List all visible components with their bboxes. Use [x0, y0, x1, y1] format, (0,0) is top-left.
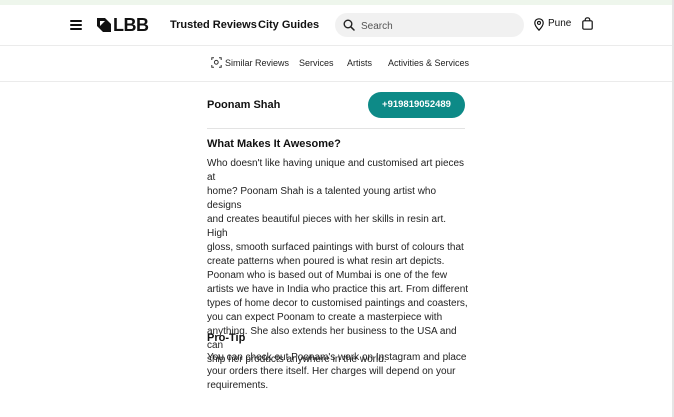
- cart-button[interactable]: [582, 17, 593, 35]
- description-line: and creates beautiful pieces with her sk…: [207, 214, 447, 239]
- location-selector[interactable]: Pune: [534, 17, 571, 31]
- brand-logo[interactable]: LBB: [97, 15, 149, 35]
- description-line: types of home decor to customised painti…: [207, 298, 468, 309]
- artist-name: Poonam Shah: [207, 99, 281, 111]
- shopping-bag-icon: [582, 17, 593, 30]
- protip-line: You can check out Poonam's work on Insta…: [207, 352, 467, 363]
- description-line: you can expect Poonam to create a master…: [207, 312, 443, 323]
- call-phone-button[interactable]: +919819052489: [368, 92, 465, 118]
- search-input[interactable]: [359, 16, 518, 36]
- description-line: home? Poonam Shah is a talented young ar…: [207, 186, 437, 211]
- description-line: artists we have in India who practice th…: [207, 284, 469, 295]
- description-line: Poonam who is based out of Mumbai is one…: [207, 270, 448, 281]
- site-header: LBB Trusted Reviews City Guides Pune: [0, 5, 674, 46]
- nav-city-guides[interactable]: City Guides: [258, 18, 319, 32]
- search-bar[interactable]: [335, 13, 524, 37]
- description-paragraph: Who doesn't like having unique and custo…: [207, 157, 469, 367]
- divider: [207, 128, 465, 129]
- menu-icon[interactable]: [70, 20, 82, 30]
- protip-line: your orders there itself. Her charges wi…: [207, 366, 456, 377]
- protip-paragraph: You can check out Poonam's work on Insta…: [207, 351, 469, 393]
- subnav-artists[interactable]: Artists: [347, 57, 372, 69]
- sub-navigation: Similar Reviews Services Artists Activit…: [0, 46, 674, 82]
- subnav-similar-reviews[interactable]: Similar Reviews: [225, 57, 289, 69]
- lbb-logo-icon: [97, 18, 111, 32]
- similar-reviews-icon[interactable]: [211, 57, 222, 68]
- protip-line: requirements.: [207, 380, 269, 391]
- nav-trusted-reviews[interactable]: Trusted Reviews: [170, 18, 257, 32]
- location-label: Pune: [548, 18, 572, 29]
- location-pin-icon: [534, 17, 544, 31]
- description-line: Who doesn't like having unique and custo…: [207, 158, 465, 183]
- search-icon: [343, 19, 355, 31]
- description-line: create patterns when poured is what resi…: [207, 256, 445, 267]
- description-line: gloss, smooth surfaced paintings with bu…: [207, 242, 464, 253]
- section-title-protip: Pro-Tip: [207, 332, 246, 344]
- brand-name: LBB: [113, 15, 149, 35]
- subnav-activities-services[interactable]: Activities & Services: [388, 57, 469, 69]
- subnav-services[interactable]: Services: [299, 57, 334, 69]
- description-line: anything. She also extends her business …: [207, 326, 457, 351]
- section-title-awesome: What Makes It Awesome?: [207, 138, 341, 150]
